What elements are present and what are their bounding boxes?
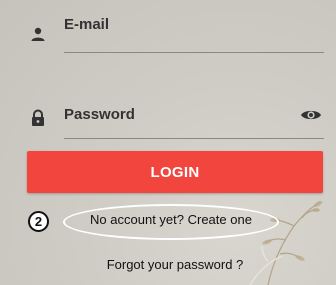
login-button[interactable]: LOGIN — [27, 151, 323, 193]
login-button-label: LOGIN — [150, 163, 200, 181]
password-field[interactable]: Password — [28, 98, 324, 144]
person-icon — [31, 27, 45, 41]
create-account-link[interactable]: No account yet? Create one — [66, 212, 276, 227]
password-label: Password — [64, 106, 135, 123]
email-underline — [64, 52, 324, 53]
lock-icon — [32, 109, 44, 126]
password-underline — [64, 138, 324, 139]
email-field[interactable]: E-mail — [28, 10, 324, 56]
forgot-password-link[interactable]: Forgot your password ? — [50, 257, 300, 272]
eye-icon[interactable] — [300, 107, 322, 123]
email-label: E-mail — [64, 16, 110, 33]
annotation-marker: 2 — [28, 211, 49, 232]
